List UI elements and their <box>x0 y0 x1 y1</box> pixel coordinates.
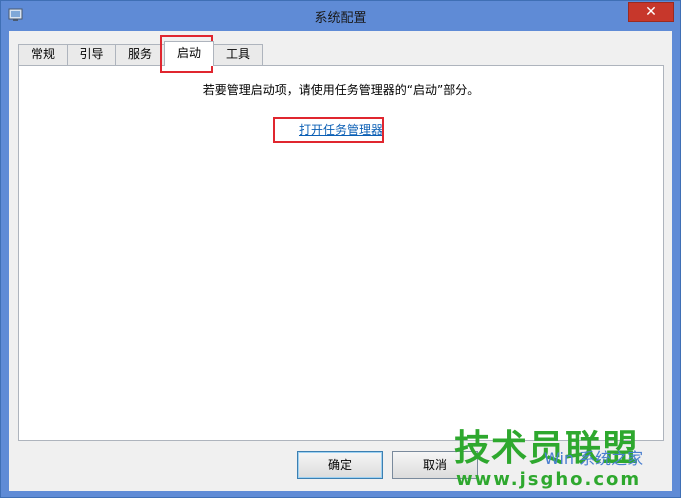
close-icon: ✕ <box>645 4 657 20</box>
startup-info-text: 若要管理启动项，请使用任务管理器的“启动”部分。 <box>202 83 480 97</box>
window-title: 系统配置 <box>314 11 367 26</box>
title-bar[interactable]: 系统配置 ✕ <box>1 1 680 31</box>
close-button[interactable]: ✕ <box>628 2 674 22</box>
tab-tools[interactable]: 工具 <box>213 44 263 65</box>
cancel-button[interactable]: 取消 <box>392 451 478 479</box>
tab-general[interactable]: 常规 <box>18 44 68 65</box>
tab-services[interactable]: 服务 <box>115 44 165 65</box>
dialog-client-area: 常规 引导 服务 启动 工具 若要管理启动项，请使用任务管理器的“启动”部分。 … <box>9 31 672 491</box>
system-config-window: 系统配置 ✕ 常规 引导 服务 启动 工具 若要管理启动项，请使用任务管理器的“… <box>0 0 681 498</box>
ok-button[interactable]: 确定 <box>297 451 383 479</box>
tab-startup[interactable]: 启动 <box>164 41 214 66</box>
highlight-box-task-manager-link <box>273 117 384 143</box>
tab-boot[interactable]: 引导 <box>67 44 116 65</box>
